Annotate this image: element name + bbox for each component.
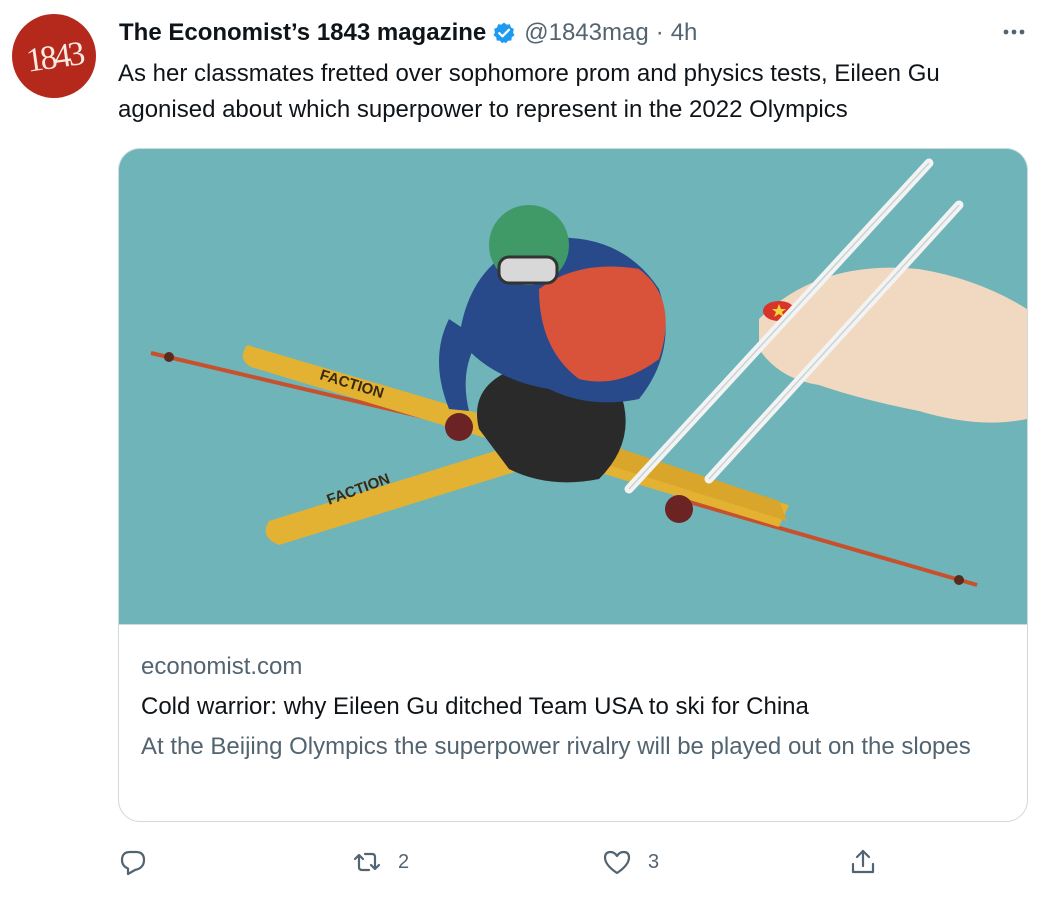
tweet-header: The Economist’s 1843 magazine @1843mag ·…: [119, 16, 697, 50]
tweet[interactable]: 1843 The Economist’s 1843 magazine @1843…: [0, 0, 1048, 898]
retweet-count: 2: [398, 850, 410, 873]
more-options-icon[interactable]: [1000, 18, 1028, 46]
reply-button[interactable]: [118, 842, 148, 882]
card-description: At the Beijing Olympics the superpower r…: [141, 733, 971, 760]
tweet-text: As her classmates fretted over sophomore…: [118, 60, 940, 123]
card-image[interactable]: FACTION FACTION: [119, 149, 1027, 625]
handle[interactable]: @1843mag: [524, 19, 648, 47]
separator-dot: ·: [655, 19, 664, 46]
share-button[interactable]: [848, 842, 878, 882]
like-count: 3: [648, 850, 660, 873]
display-name[interactable]: The Economist’s 1843 magazine: [119, 19, 486, 47]
card-domain: economist.com: [141, 653, 303, 680]
tweet-actions: 2 3: [118, 842, 918, 882]
card-title: Cold warrior: why Eileen Gu ditched Team…: [141, 693, 809, 720]
retweet-icon: [352, 847, 382, 877]
link-card[interactable]: FACTION FACTION economist.com Cold warri…: [118, 148, 1028, 822]
like-button[interactable]: 3: [602, 842, 659, 882]
retweet-button[interactable]: 2: [352, 842, 409, 882]
avatar[interactable]: 1843: [12, 14, 96, 98]
avatar-logo-text: 1843: [23, 35, 85, 80]
verified-badge-icon: [492, 21, 516, 45]
reply-icon: [118, 847, 148, 877]
heart-icon: [602, 847, 632, 877]
timestamp[interactable]: 4h: [671, 19, 698, 47]
share-icon: [848, 847, 878, 877]
